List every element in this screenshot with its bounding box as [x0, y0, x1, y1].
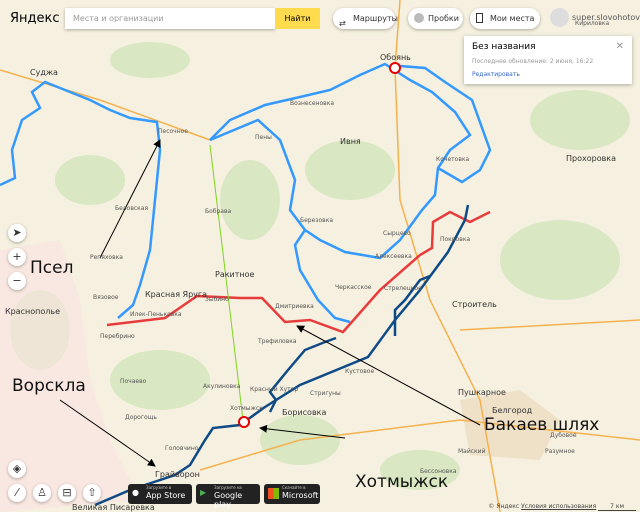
place-label: Краснополье	[5, 307, 61, 316]
terms-link[interactable]: Условия использования	[521, 503, 596, 510]
store-label: Microsoft	[282, 491, 319, 500]
store-label: Google play	[214, 491, 243, 509]
layers-icon[interactable]: ◈	[8, 460, 26, 478]
my-places-button[interactable]: Мои места	[470, 8, 540, 29]
google-play-badge[interactable]: ▶ Загрузите на Google play	[196, 484, 260, 509]
copyright: © Яндекс	[488, 503, 520, 510]
place-label: Ракитное	[215, 270, 255, 279]
place-label: Беловская	[115, 205, 149, 212]
place-label: Головчино	[165, 445, 199, 452]
place-label: Почаево	[120, 378, 147, 385]
last-updated: Последнее обновление: 2 июня, 16:22	[472, 58, 594, 65]
place-label: Вознесеновка	[290, 100, 335, 107]
scale-bar: 7 км	[598, 503, 636, 511]
place-label: Бобрава	[205, 208, 232, 215]
annotation-khotmyzhsk: Хотмыжск	[355, 472, 449, 492]
place-label: Красный Хутор	[250, 386, 299, 393]
place-label: Великая Писаревка	[72, 503, 155, 512]
place-label: Суджа	[30, 68, 58, 77]
place-label: Сырцево	[383, 230, 411, 237]
place-label: Репяховка	[90, 254, 123, 261]
place-label: Дорогощь	[125, 414, 157, 421]
map-footer: © Яндекс Условия использования 7 км	[488, 503, 636, 511]
yandex-logo[interactable]: Яндекс	[10, 11, 60, 26]
annotation-bakaev: Бакаев шлях	[484, 415, 600, 435]
bookmark-icon	[476, 13, 483, 23]
app-store-badge[interactable]: ● Загрузите в App Store	[128, 484, 192, 504]
print-icon[interactable]: ⊟	[58, 484, 76, 502]
place-label: Грайворон	[155, 470, 200, 479]
marker-khotmyzhsk[interactable]	[238, 416, 250, 428]
place-label: Красная Яруга	[145, 290, 208, 299]
zoom-in-button[interactable]: +	[8, 248, 26, 266]
place-label: Борисовка	[282, 408, 327, 417]
play-icon: ▶	[200, 488, 207, 497]
place-label: Кустовое	[345, 368, 375, 375]
place-label: Стригуны	[310, 390, 341, 397]
place-label: Ивня	[340, 137, 361, 146]
avatar	[550, 8, 569, 27]
traffic-label: Пробки	[428, 14, 459, 23]
place-label: Строитель	[452, 300, 497, 309]
place-label: Вязовое	[93, 294, 119, 301]
top-bar: Яндекс Места и организации Найти ⇄ Маршру…	[0, 8, 640, 30]
routes-label: Маршруты	[353, 14, 398, 23]
ruler-icon[interactable]: ⁄	[8, 484, 26, 502]
traffic-button[interactable]: Пробки	[408, 8, 463, 29]
zoom-out-button[interactable]: −	[8, 272, 26, 290]
place-label: Пены	[255, 134, 272, 141]
place-label: Березовка	[300, 217, 334, 224]
apple-icon: ●	[132, 488, 139, 497]
marker-oboyan[interactable]	[389, 62, 401, 74]
place-label: Акулиновка	[203, 383, 241, 390]
place-label: Стрелецкое	[384, 285, 422, 292]
place-label: Хотмыжск	[230, 405, 263, 412]
place-label: Майский	[458, 448, 486, 455]
place-label: Разумное	[545, 448, 575, 455]
search-button[interactable]: Найти	[275, 8, 320, 29]
place-label: Обоянь	[380, 53, 411, 62]
place-label: Пушкарное	[458, 388, 506, 397]
share-icon[interactable]: ⇧	[83, 484, 101, 502]
panorama-icon[interactable]: ♙	[33, 484, 51, 502]
place-label: Перебрино	[100, 333, 135, 340]
locate-icon[interactable]: ➤	[8, 224, 26, 242]
logo-text: Яндекс	[10, 11, 60, 26]
close-icon[interactable]: ✕	[616, 41, 624, 52]
search-input[interactable]: Места и организации	[65, 8, 275, 29]
map-info-panel: Без названия Последнее обновление: 2 июн…	[464, 36, 632, 84]
place-label: Алексеевка	[375, 253, 412, 260]
map-title: Без названия	[472, 42, 536, 52]
user-menu[interactable]: super.slovohotov	[550, 8, 640, 28]
edit-link[interactable]: Редактировать	[472, 71, 624, 78]
place-label: Белгород	[492, 406, 533, 415]
microsoft-badge[interactable]: Скачайте в Microsoft	[264, 484, 320, 504]
place-label: Покровка	[440, 236, 471, 243]
routes-button[interactable]: ⇄ Маршруты	[333, 8, 398, 29]
annotation-psel: Псел	[30, 258, 74, 278]
windows-icon	[268, 488, 279, 499]
place-label: Трефиловка	[258, 338, 297, 345]
place-label: Зыбино	[205, 296, 229, 303]
place-label: Дмитриевка	[275, 303, 314, 310]
my-places-label: Мои места	[490, 14, 535, 23]
store-label: App Store	[146, 491, 186, 500]
traffic-icon	[414, 13, 424, 23]
place-label: Кочетовка	[436, 156, 470, 163]
place-label: Илек-Пеньковка	[130, 311, 182, 318]
place-label: Песочное	[158, 128, 189, 135]
annotation-vorskla: Ворскла	[12, 376, 86, 396]
place-label: Прохоровка	[566, 154, 617, 163]
username: super.slovohotov	[572, 13, 640, 22]
route-icon: ⇄	[339, 19, 346, 28]
place-label: Черкасское	[335, 284, 372, 291]
